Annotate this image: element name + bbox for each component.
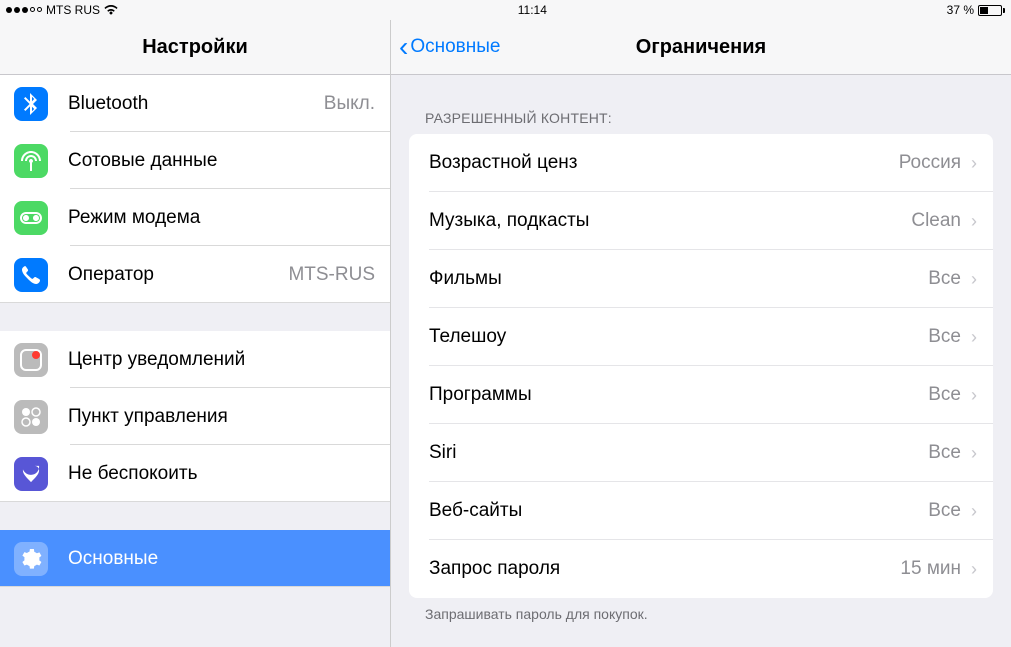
bluetooth-icon bbox=[14, 87, 48, 121]
back-label: Основные bbox=[410, 36, 500, 58]
main-panel: ‹ Основные Ограничения РАЗРЕШЕННЫЙ КОНТЕ… bbox=[391, 20, 1011, 647]
gear-icon bbox=[14, 542, 48, 576]
sidebar-item-label: Режим модема bbox=[68, 207, 375, 229]
clock: 11:14 bbox=[518, 3, 547, 17]
row-value: Все bbox=[928, 268, 961, 290]
sidebar-item-label: Bluetooth bbox=[68, 93, 324, 115]
status-bar: MTS RUS 11:14 37 % bbox=[0, 0, 1011, 20]
chevron-right-icon: › bbox=[971, 153, 977, 174]
row-value: Все bbox=[928, 326, 961, 348]
row-websites[interactable]: Веб-сайты Все › bbox=[409, 482, 993, 540]
row-music[interactable]: Музыка, подкасты Clean › bbox=[409, 192, 993, 250]
sidebar-item-label: Сотовые данные bbox=[68, 150, 375, 172]
sidebar-item-bluetooth[interactable]: Bluetooth Выкл. bbox=[0, 75, 390, 132]
section-footer: Запрашивать пароль для покупок. bbox=[409, 598, 993, 630]
battery-icon bbox=[978, 5, 1005, 16]
sidebar-item-label: Основные bbox=[68, 548, 375, 570]
row-value: 15 мин bbox=[900, 558, 961, 580]
sidebar-title: Настройки bbox=[142, 36, 248, 59]
main-header: ‹ Основные Ограничения bbox=[391, 20, 1011, 75]
sidebar-item-label: Центр уведомлений bbox=[68, 349, 375, 371]
chevron-right-icon: › bbox=[971, 501, 977, 522]
chevron-right-icon: › bbox=[971, 385, 977, 406]
sidebar-item-hotspot[interactable]: Режим модема bbox=[0, 189, 390, 246]
status-left: MTS RUS bbox=[6, 3, 118, 17]
chevron-right-icon: › bbox=[971, 211, 977, 232]
sidebar-item-value: MTS-RUS bbox=[288, 264, 375, 286]
page-title: Ограничения bbox=[636, 36, 766, 59]
chevron-right-icon: › bbox=[971, 327, 977, 348]
sidebar-item-notifications[interactable]: Центр уведомлений bbox=[0, 331, 390, 388]
row-label: Возрастной ценз bbox=[429, 152, 899, 174]
sidebar-item-label: Пункт управления bbox=[68, 406, 375, 428]
row-label: Запрос пароля bbox=[429, 558, 900, 580]
row-label: Телешоу bbox=[429, 326, 928, 348]
chevron-right-icon: › bbox=[971, 443, 977, 464]
main-body: РАЗРЕШЕННЫЙ КОНТЕНТ: Возрастной ценз Рос… bbox=[391, 75, 1011, 647]
carrier-label: MTS RUS bbox=[46, 3, 100, 17]
row-password[interactable]: Запрос пароля 15 мин › bbox=[409, 540, 993, 598]
sidebar-item-control-center[interactable]: Пункт управления bbox=[0, 388, 390, 445]
back-button[interactable]: ‹ Основные bbox=[391, 33, 508, 61]
sidebar-item-dnd[interactable]: Не беспокоить bbox=[0, 445, 390, 502]
row-value: Россия bbox=[899, 152, 961, 174]
sidebar-header: Настройки bbox=[0, 20, 390, 75]
chevron-left-icon: ‹ bbox=[399, 33, 408, 61]
chevron-right-icon: › bbox=[971, 269, 977, 290]
row-siri[interactable]: Siri Все › bbox=[409, 424, 993, 482]
sidebar-item-value: Выкл. bbox=[324, 93, 375, 115]
status-right: 37 % bbox=[947, 3, 1005, 17]
chevron-right-icon: › bbox=[971, 559, 977, 580]
settings-sidebar: Настройки Bluetooth Выкл. Сотовые данные bbox=[0, 20, 391, 647]
sidebar-item-label: Не беспокоить bbox=[68, 463, 375, 485]
dnd-icon bbox=[14, 457, 48, 491]
sidebar-item-general[interactable]: Основные bbox=[0, 530, 390, 587]
row-label: Siri bbox=[429, 442, 928, 464]
sidebar-list: Bluetooth Выкл. Сотовые данные Режим мод… bbox=[0, 75, 390, 647]
control-center-icon bbox=[14, 400, 48, 434]
sidebar-item-label: Оператор bbox=[68, 264, 288, 286]
battery-percent: 37 % bbox=[947, 3, 974, 17]
wifi-icon bbox=[104, 5, 118, 15]
phone-icon bbox=[14, 258, 48, 292]
row-movies[interactable]: Фильмы Все › bbox=[409, 250, 993, 308]
row-label: Музыка, подкасты bbox=[429, 210, 911, 232]
row-value: Все bbox=[928, 384, 961, 406]
row-label: Веб-сайты bbox=[429, 500, 928, 522]
sidebar-item-cellular[interactable]: Сотовые данные bbox=[0, 132, 390, 189]
row-value: Все bbox=[928, 442, 961, 464]
row-ratings[interactable]: Возрастной ценз Россия › bbox=[409, 134, 993, 192]
row-label: Программы bbox=[429, 384, 928, 406]
cellular-icon bbox=[14, 144, 48, 178]
notifications-icon bbox=[14, 343, 48, 377]
row-value: Все bbox=[928, 500, 961, 522]
row-label: Фильмы bbox=[429, 268, 928, 290]
row-apps[interactable]: Программы Все › bbox=[409, 366, 993, 424]
row-value: Clean bbox=[911, 210, 961, 232]
section-header: РАЗРЕШЕННЫЙ КОНТЕНТ: bbox=[409, 75, 993, 134]
settings-group: Возрастной ценз Россия › Музыка, подкаст… bbox=[409, 134, 993, 598]
row-tv[interactable]: Телешоу Все › bbox=[409, 308, 993, 366]
sidebar-item-carrier[interactable]: Оператор MTS-RUS bbox=[0, 246, 390, 303]
hotspot-icon bbox=[14, 201, 48, 235]
signal-strength-icon bbox=[6, 7, 42, 13]
